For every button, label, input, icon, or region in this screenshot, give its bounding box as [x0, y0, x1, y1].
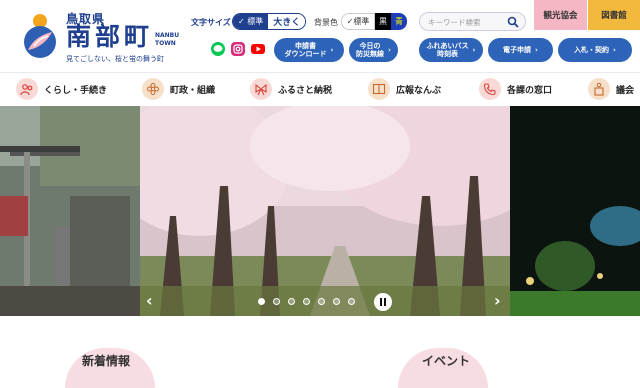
nav-item-government[interactable]: 町政・組織	[142, 77, 215, 101]
slider-pause-button[interactable]	[374, 293, 392, 311]
chevron-right-icon: ›	[535, 46, 538, 54]
bg-black-button[interactable]: 黒	[375, 13, 391, 30]
event-heading: イベント	[422, 354, 471, 368]
slider-dot[interactable]	[333, 298, 340, 305]
phone-icon	[479, 78, 501, 100]
font-standard-button[interactable]: ✓ 標準	[233, 14, 269, 29]
podium-icon	[588, 78, 610, 100]
town-slogan: 見てごしない、桜と蛍の舞う町	[66, 55, 164, 63]
nav-item-newsletter[interactable]: 広報なんぶ	[368, 77, 441, 101]
slider-dot[interactable]	[258, 298, 265, 305]
bus-timetable-link[interactable]: ふれあいバス 時刻表 ›	[419, 38, 483, 62]
nav-item-living[interactable]: くらし・手続き	[16, 77, 107, 101]
hero-slider: ‹ ›	[0, 106, 640, 316]
library-button[interactable]: 図書館	[588, 0, 640, 30]
ribbon-icon	[250, 78, 272, 100]
search-input[interactable]: キーワード検索	[428, 17, 481, 28]
application-download-link[interactable]: 申請書 ダウンロード ›	[274, 38, 344, 62]
bg-color-label: 背景色	[314, 18, 338, 27]
instagram-icon[interactable]	[231, 42, 245, 56]
youtube-icon[interactable]	[251, 42, 265, 56]
town-name: 南部町	[66, 22, 154, 51]
slider-next-button[interactable]: ›	[494, 291, 501, 310]
search-icon[interactable]	[507, 16, 519, 28]
bg-color-toggle: ✓ 標準 黒 青	[341, 13, 407, 30]
slider-dot[interactable]	[318, 298, 325, 305]
night-illumination-photo	[510, 106, 640, 316]
e-application-link[interactable]: 電子申請 ›	[488, 38, 553, 62]
pause-icon	[380, 298, 386, 306]
font-large-button[interactable]: 大きく	[268, 14, 306, 29]
line-icon[interactable]	[211, 42, 225, 56]
disaster-radio-link[interactable]: 今日の 防災無線 ›	[349, 38, 398, 62]
bg-standard-button[interactable]: ✓ 標準	[341, 13, 375, 30]
site-logo[interactable]: 鳥取県 南部町 NANBU TOWN 見てごしない、桜と蛍の舞う町	[20, 10, 179, 65]
site-header: 鳥取県 南部町 NANBU TOWN 見てごしない、桜と蛍の舞う町 文字サイズ ✓…	[0, 0, 640, 72]
chevron-right-icon: ›	[330, 46, 334, 54]
slider-dot[interactable]	[348, 298, 355, 305]
town-emblem-icon	[24, 14, 56, 58]
slider-prev-button[interactable]: ‹	[146, 291, 153, 310]
town-name-en: NANBU TOWN	[155, 32, 180, 47]
nav-item-council[interactable]: 議会	[588, 77, 634, 101]
global-nav: くらし・手続き 町政・組織 ふるさと納税 広報なんぶ 各課の窓口 議会	[0, 72, 640, 104]
chevron-right-icon: ›	[388, 46, 391, 54]
bidding-contract-link[interactable]: 入札・契約 ›	[558, 38, 632, 62]
nav-item-departments[interactable]: 各課の窓口	[479, 77, 552, 101]
flower-icon	[142, 78, 164, 100]
shrine-photo	[0, 106, 140, 316]
bg-blue-button[interactable]: 青	[391, 13, 407, 30]
slider-dot[interactable]	[288, 298, 295, 305]
slider-dots	[258, 298, 355, 305]
font-size-toggle: ✓ 標準 大きく	[232, 13, 307, 30]
search-box[interactable]: キーワード検索	[419, 12, 526, 31]
font-size-label: 文字サイズ	[191, 18, 231, 27]
tourism-association-button[interactable]: 観光協会	[534, 0, 587, 30]
book-icon	[368, 78, 390, 100]
nav-item-furusato-tax[interactable]: ふるさと納税	[250, 77, 332, 101]
people-icon	[16, 78, 38, 100]
slider-dot[interactable]	[303, 298, 310, 305]
news-heading: 新着情報	[82, 354, 131, 368]
chevron-right-icon: ›	[472, 46, 476, 54]
slider-dot[interactable]	[273, 298, 280, 305]
chevron-right-icon: ›	[613, 46, 616, 54]
cherry-blossom-photo	[140, 106, 510, 316]
